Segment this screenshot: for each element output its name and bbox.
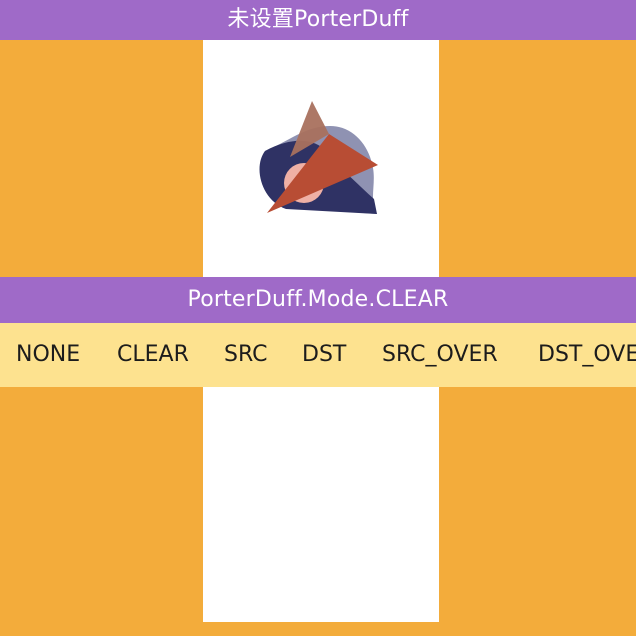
result-canvas (203, 387, 439, 622)
original-canvas (203, 40, 439, 277)
mode-title-text: PorterDuff.Mode.CLEAR (187, 287, 449, 312)
mode-option-dst[interactable]: DST (302, 323, 346, 387)
mode-option-none[interactable]: NONE (16, 323, 80, 387)
original-composite-image (259, 101, 378, 214)
mode-option-src-over[interactable]: SRC_OVER (382, 323, 498, 387)
mode-title-bar: PorterDuff.Mode.CLEAR (0, 277, 636, 323)
porterduff-mode-strip[interactable]: NONE CLEAR SRC DST SRC_OVER DST_OVER (0, 323, 636, 387)
top-title-bar: 未设置PorterDuff (0, 0, 636, 40)
mode-option-dst-over[interactable]: DST_OVER (538, 323, 636, 387)
top-title-text: 未设置PorterDuff (227, 7, 409, 32)
mode-option-src[interactable]: SRC (224, 323, 268, 387)
mode-option-clear[interactable]: CLEAR (117, 323, 189, 387)
